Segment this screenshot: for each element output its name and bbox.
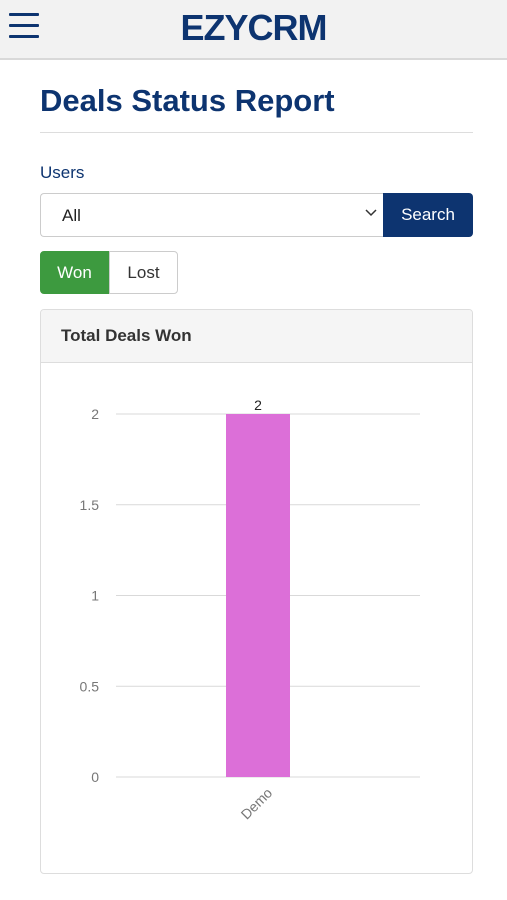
won-button[interactable]: Won xyxy=(40,251,109,294)
app-logo[interactable]: EZYCRM xyxy=(0,8,507,48)
y-tick-label: 0 xyxy=(91,769,99,785)
y-tick-label: 2 xyxy=(91,406,99,422)
y-tick-label: 1 xyxy=(91,588,99,604)
y-tick-label: 0.5 xyxy=(80,678,100,694)
users-select-value: All xyxy=(62,206,81,225)
bar-data-label: 2 xyxy=(254,397,262,413)
search-button[interactable]: Search xyxy=(383,193,473,237)
page-title: Deals Status Report xyxy=(40,83,335,118)
y-tick-label: 1.5 xyxy=(80,497,100,513)
top-bar: EZYCRM xyxy=(0,0,507,60)
title-divider xyxy=(40,132,473,133)
deals-bar-chart: 0 0.5 1 1.5 2 2 Demo xyxy=(80,397,420,822)
x-tick-label: Demo xyxy=(238,784,276,822)
users-label: Users xyxy=(40,163,85,182)
chevron-down-icon xyxy=(365,209,377,217)
bar-demo[interactable] xyxy=(226,414,290,777)
chart-panel: Total Deals Won 0 0.5 1 1.5 2 2 Demo xyxy=(40,309,473,874)
users-select[interactable]: All xyxy=(40,193,384,237)
lost-button[interactable]: Lost xyxy=(109,251,178,294)
